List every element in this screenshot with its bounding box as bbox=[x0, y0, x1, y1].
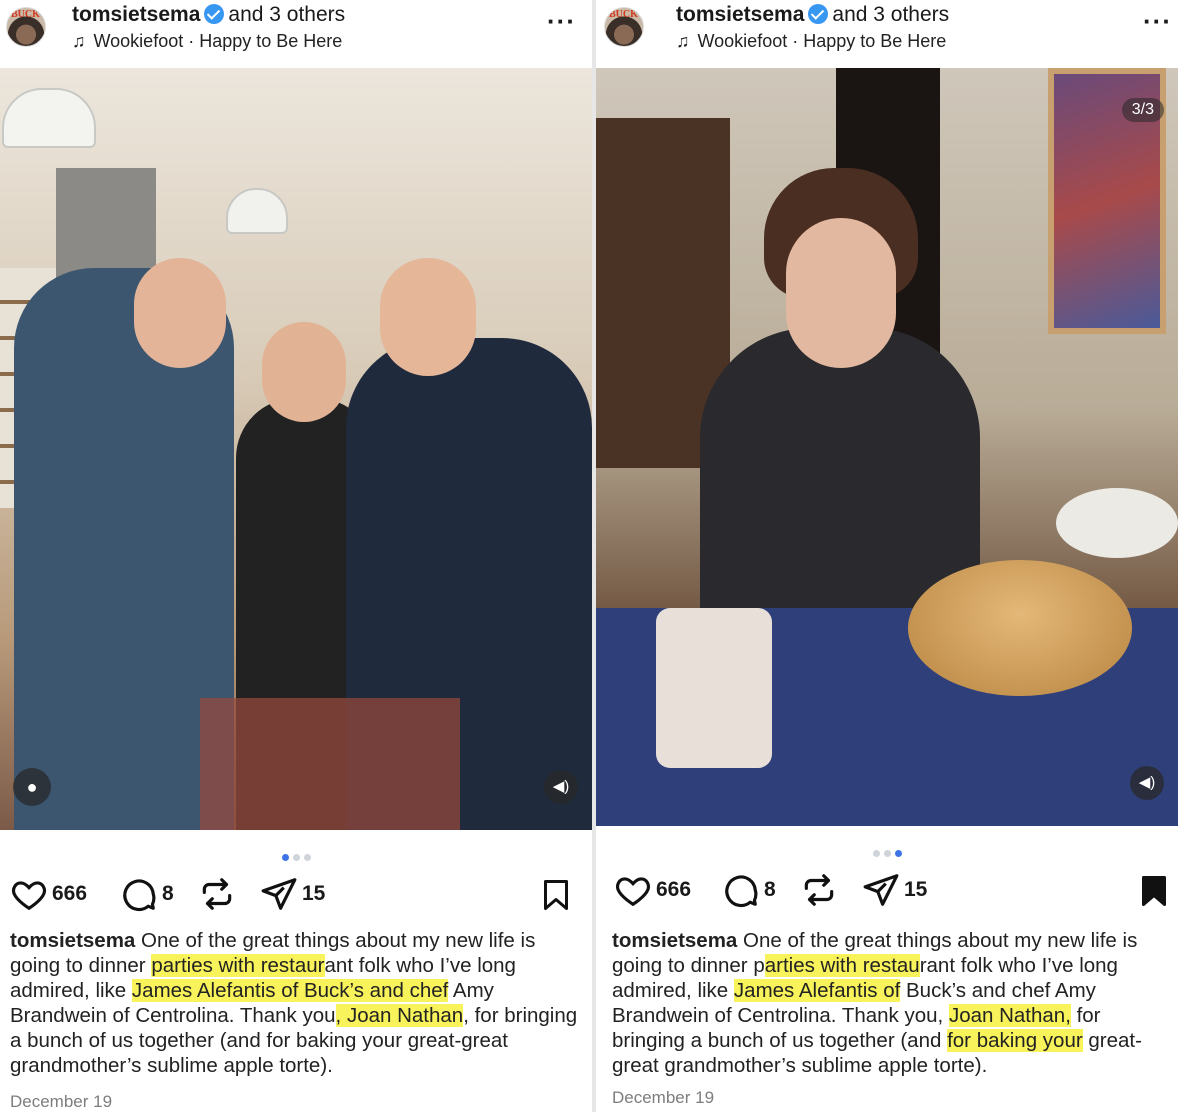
post-photo[interactable]: 3/3 ◀) bbox=[596, 68, 1178, 826]
avatar[interactable]: BUCK bbox=[604, 7, 644, 47]
carousel-dot bbox=[303, 854, 311, 861]
collaborators-link[interactable]: and 3 others bbox=[228, 3, 345, 26]
share-count: 15 bbox=[302, 882, 326, 905]
carousel-dot bbox=[883, 850, 891, 857]
pendant-lamp-left bbox=[2, 88, 96, 148]
repost-icon bbox=[804, 874, 834, 906]
person-left-head bbox=[134, 258, 226, 368]
bookmark-icon[interactable] bbox=[1136, 872, 1172, 910]
woman-face bbox=[786, 218, 896, 368]
send-icon bbox=[261, 878, 297, 910]
verified-badge-icon bbox=[204, 4, 225, 24]
speaker-icon[interactable]: ◀) bbox=[1130, 766, 1164, 800]
like-button[interactable]: 666 bbox=[10, 872, 87, 916]
heart-icon bbox=[616, 877, 650, 907]
caption-highlight: , Joan Nathan bbox=[335, 1004, 464, 1027]
caption-username[interactable]: tomsietsema bbox=[612, 929, 737, 952]
carousel-dots bbox=[0, 848, 592, 861]
repost-icon bbox=[202, 878, 232, 910]
avatar-logo-text: BUCK bbox=[11, 9, 40, 20]
ice-cream-tub bbox=[656, 608, 772, 768]
repost-button[interactable] bbox=[198, 872, 236, 916]
caption-username[interactable]: tomsietsema bbox=[10, 929, 135, 952]
music-note-icon: ♫ bbox=[676, 31, 690, 51]
repost-button[interactable] bbox=[800, 868, 838, 912]
comment-icon bbox=[123, 879, 156, 912]
post-left: BUCK tomsietsema and 3 others ♫ Wookiefoot… bbox=[0, 0, 592, 1112]
action-bar: 666 8 15 bbox=[614, 868, 1178, 912]
music-info[interactable]: ♫ Wookiefoot · Happy to Be Here bbox=[676, 31, 946, 52]
more-icon[interactable]: ··· bbox=[547, 6, 576, 37]
carousel-counter: 3/3 bbox=[1121, 98, 1164, 122]
plate-stack bbox=[1056, 488, 1178, 558]
like-count: 666 bbox=[656, 878, 692, 901]
post-header: BUCK tomsietsema and 3 others ♫ Wookiefoot… bbox=[0, 0, 592, 68]
person-right-head bbox=[380, 258, 476, 376]
user-tag-icon[interactable]: ● bbox=[13, 768, 51, 806]
carousel-dot bbox=[872, 850, 880, 857]
carousel-dot bbox=[894, 850, 902, 857]
comment-button[interactable]: 8 bbox=[120, 872, 174, 916]
username-line: tomsietsema and 3 others bbox=[72, 3, 345, 27]
rug bbox=[200, 698, 460, 830]
music-info[interactable]: ♫ Wookiefoot · Happy to Be Here bbox=[72, 31, 342, 52]
post-caption: tomsietsema One of the great things abou… bbox=[10, 928, 580, 1078]
post-photo[interactable]: ● ◀) bbox=[0, 68, 592, 830]
apple-torte bbox=[908, 560, 1132, 696]
caption-highlight: Joan Nathan, bbox=[948, 1004, 1071, 1027]
caption-highlight: for baking your bbox=[947, 1029, 1083, 1052]
share-button[interactable]: 15 bbox=[260, 872, 325, 916]
more-icon[interactable]: ··· bbox=[1143, 6, 1172, 37]
like-button[interactable]: 666 bbox=[614, 868, 691, 912]
post-caption: tomsietsema One of the great things abou… bbox=[612, 928, 1172, 1078]
username[interactable]: tomsietsema bbox=[676, 3, 804, 26]
caption-highlight: James Alefantis of Buck’s and chef bbox=[131, 979, 449, 1002]
heart-icon bbox=[12, 881, 46, 911]
caption-highlight: parties with restaur bbox=[151, 954, 325, 977]
like-count: 666 bbox=[52, 882, 88, 905]
avatar[interactable]: BUCK bbox=[6, 7, 46, 47]
share-button[interactable]: 15 bbox=[862, 868, 927, 912]
post-header: BUCK tomsietsema and 3 others ♫ Wookiefoot… bbox=[596, 0, 1178, 68]
post-date: December 19 bbox=[10, 1092, 113, 1111]
post-right: BUCK tomsietsema and 3 others ♫ Wookiefoot… bbox=[596, 0, 1178, 1112]
send-icon bbox=[863, 874, 899, 906]
comment-icon bbox=[725, 875, 758, 908]
speaker-icon[interactable]: ◀) bbox=[544, 770, 578, 804]
music-note-icon: ♫ bbox=[72, 31, 86, 51]
post-date: December 19 bbox=[612, 1088, 715, 1107]
comment-button[interactable]: 8 bbox=[722, 868, 776, 912]
carousel-dot bbox=[292, 854, 300, 861]
avatar-logo-text: BUCK bbox=[609, 9, 638, 20]
share-count: 15 bbox=[904, 878, 928, 901]
comment-count: 8 bbox=[764, 878, 776, 901]
person-middle-head bbox=[262, 322, 346, 422]
username[interactable]: tomsietsema bbox=[72, 3, 200, 26]
music-track: Wookiefoot · Happy to Be Here bbox=[697, 31, 947, 51]
username-line: tomsietsema and 3 others bbox=[676, 3, 949, 27]
comment-count: 8 bbox=[162, 882, 174, 905]
collaborators-link[interactable]: and 3 others bbox=[832, 3, 949, 26]
bookmark-icon[interactable] bbox=[538, 876, 574, 914]
caption-highlight: James Alefantis of bbox=[733, 979, 901, 1002]
pendant-lamp-right bbox=[226, 188, 288, 234]
action-bar: 666 8 15 bbox=[10, 872, 592, 916]
carousel-dot bbox=[281, 854, 289, 861]
verified-badge-icon bbox=[808, 4, 829, 24]
music-track: Wookiefoot · Happy to Be Here bbox=[93, 31, 343, 51]
caption-highlight: arties with restau bbox=[764, 954, 920, 977]
carousel-dots bbox=[596, 844, 1178, 857]
